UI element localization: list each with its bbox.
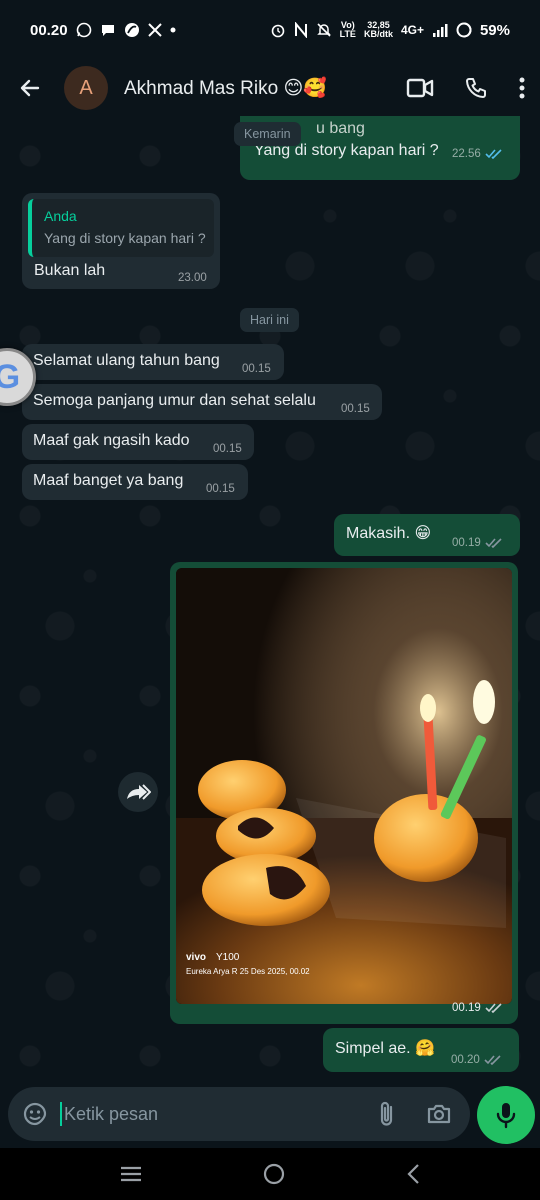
watermark-brand: vivo bbox=[186, 952, 206, 963]
voice-message-button[interactable] bbox=[477, 1086, 535, 1144]
message-time: 00.15 bbox=[341, 403, 370, 415]
quoted-message[interactable]: Anda Yang di story kapan hari ? bbox=[28, 199, 214, 257]
message-text: Maaf gak ngasih kado bbox=[33, 432, 190, 449]
battery-icon bbox=[456, 22, 472, 38]
system-nav-bar bbox=[0, 1148, 540, 1200]
quote-text: Yang di story kapan hari ? bbox=[44, 230, 206, 246]
quote-author: Anda bbox=[44, 208, 77, 224]
message-time: 00.15 bbox=[213, 443, 242, 455]
forward-icon bbox=[127, 784, 151, 800]
message-time: 22.56 bbox=[452, 148, 503, 160]
clock: 00.20 bbox=[30, 21, 68, 39]
image-attachment[interactable]: vivo Y100 Eureka Arya R 25 Des 2025, 00.… bbox=[176, 568, 512, 1004]
delivered-receipt-icon bbox=[485, 1003, 502, 1013]
camera-icon bbox=[427, 1104, 451, 1124]
message-text: Semoga panjang umur dan sehat selalu bbox=[33, 392, 316, 409]
voice-call-button[interactable] bbox=[464, 76, 488, 100]
avatar[interactable]: A bbox=[64, 66, 108, 110]
more-notifications-dot-icon bbox=[170, 27, 176, 33]
date-chip: Kemarin bbox=[234, 122, 301, 146]
message-bubble-incoming[interactable]: Anda Yang di story kapan hari ? Bukan la… bbox=[22, 193, 220, 289]
message-time: 00.19 bbox=[452, 1002, 503, 1014]
message-text: Maaf banget ya bang bbox=[33, 472, 184, 489]
alarm-icon bbox=[270, 22, 286, 38]
attach-icon bbox=[380, 1101, 393, 1126]
composer bbox=[0, 1082, 540, 1148]
message-bubble-outgoing[interactable]: Simpel ae. 🤗 00.20 bbox=[323, 1028, 519, 1072]
forward-button[interactable] bbox=[118, 772, 158, 812]
network-type: 4G+ bbox=[400, 23, 424, 37]
message-bubble-incoming[interactable]: Semoga panjang umur dan sehat selalu 00.… bbox=[22, 384, 382, 420]
message-text: Makasih. 😁 bbox=[346, 525, 432, 542]
home-icon bbox=[263, 1163, 285, 1185]
message-bubble-incoming[interactable]: Maaf gak ngasih kado 00.15 bbox=[22, 424, 254, 460]
sticker-button[interactable] bbox=[22, 1101, 48, 1127]
phone-icon bbox=[466, 78, 486, 98]
message-text: Selamat ulang tahun bang bbox=[33, 352, 220, 369]
birthday-cake-photo: vivo Y100 Eureka Arya R 25 Des 2025, 00.… bbox=[176, 568, 512, 1004]
watermark-model: Y100 bbox=[216, 952, 240, 963]
app-notification-icon bbox=[124, 22, 140, 38]
network-speed: 32,85 KB/dtk bbox=[363, 20, 393, 39]
mic-icon bbox=[496, 1103, 516, 1129]
message-time: 00.20 bbox=[451, 1054, 502, 1066]
contact-name[interactable]: Akhmad Mas Riko 😊🥰 bbox=[124, 76, 327, 100]
whatsapp-notification-icon bbox=[76, 22, 92, 38]
chat-notification-icon bbox=[100, 22, 116, 38]
video-call-button[interactable] bbox=[406, 77, 434, 99]
chat-header: A Akhmad Mas Riko 😊🥰 bbox=[0, 60, 540, 116]
image-message-bubble[interactable]: vivo Y100 Eureka Arya R 25 Des 2025, 00.… bbox=[170, 562, 518, 1024]
mute-bell-icon bbox=[316, 22, 332, 38]
back-button[interactable] bbox=[14, 72, 46, 104]
message-input[interactable] bbox=[60, 1102, 352, 1126]
message-text: Simpel ae. 🤗 bbox=[335, 1040, 435, 1057]
back-nav-button[interactable] bbox=[406, 1163, 420, 1185]
nfc-icon bbox=[294, 22, 308, 38]
message-input-pill[interactable] bbox=[8, 1087, 470, 1141]
date-chip: Hari ini bbox=[240, 308, 299, 332]
more-options-button[interactable] bbox=[518, 76, 526, 100]
read-receipt-icon bbox=[485, 149, 502, 159]
message-bubble-incoming[interactable]: Selamat ulang tahun bang 00.15 bbox=[22, 344, 284, 380]
camera-button[interactable] bbox=[422, 1103, 456, 1125]
message-time: 00.15 bbox=[242, 363, 271, 375]
delivered-receipt-icon bbox=[485, 538, 502, 548]
recents-button[interactable] bbox=[120, 1166, 142, 1182]
signal-icon bbox=[432, 23, 448, 37]
battery-percent: 59% bbox=[479, 21, 510, 39]
volte-indicator: Vo) LTE bbox=[339, 20, 356, 39]
home-button[interactable] bbox=[263, 1163, 285, 1185]
message-bubble-outgoing[interactable]: Makasih. 😁 00.19 bbox=[334, 514, 520, 556]
more-vert-icon bbox=[519, 77, 525, 99]
delivered-receipt-icon bbox=[484, 1055, 501, 1065]
back-nav-icon bbox=[407, 1164, 419, 1184]
watermark-line: Eureka Arya R 25 Des 2025, 00.02 bbox=[186, 967, 310, 976]
message-bubble-incoming[interactable]: Maaf banget ya bang 00.15 bbox=[22, 464, 248, 500]
sticker-icon bbox=[23, 1102, 47, 1126]
attach-button[interactable] bbox=[370, 1100, 404, 1128]
back-arrow-icon bbox=[20, 79, 40, 97]
message-text: Bukan lah bbox=[34, 262, 106, 279]
message-time: 00.19 bbox=[452, 537, 503, 549]
x-notification-icon bbox=[147, 23, 162, 37]
message-time: 23.00 bbox=[178, 272, 207, 284]
status-bar: 00.20 Vo) LTE 32,85 KB/dtk 4G+ 59% bbox=[0, 0, 540, 60]
partial-message-text: u bang bbox=[316, 120, 365, 137]
recents-icon bbox=[121, 1166, 142, 1182]
message-time: 00.15 bbox=[206, 483, 235, 495]
chat-area[interactable]: u bang Yang di story kapan hari ? 22.56 … bbox=[0, 116, 540, 1082]
video-call-icon bbox=[406, 78, 434, 98]
